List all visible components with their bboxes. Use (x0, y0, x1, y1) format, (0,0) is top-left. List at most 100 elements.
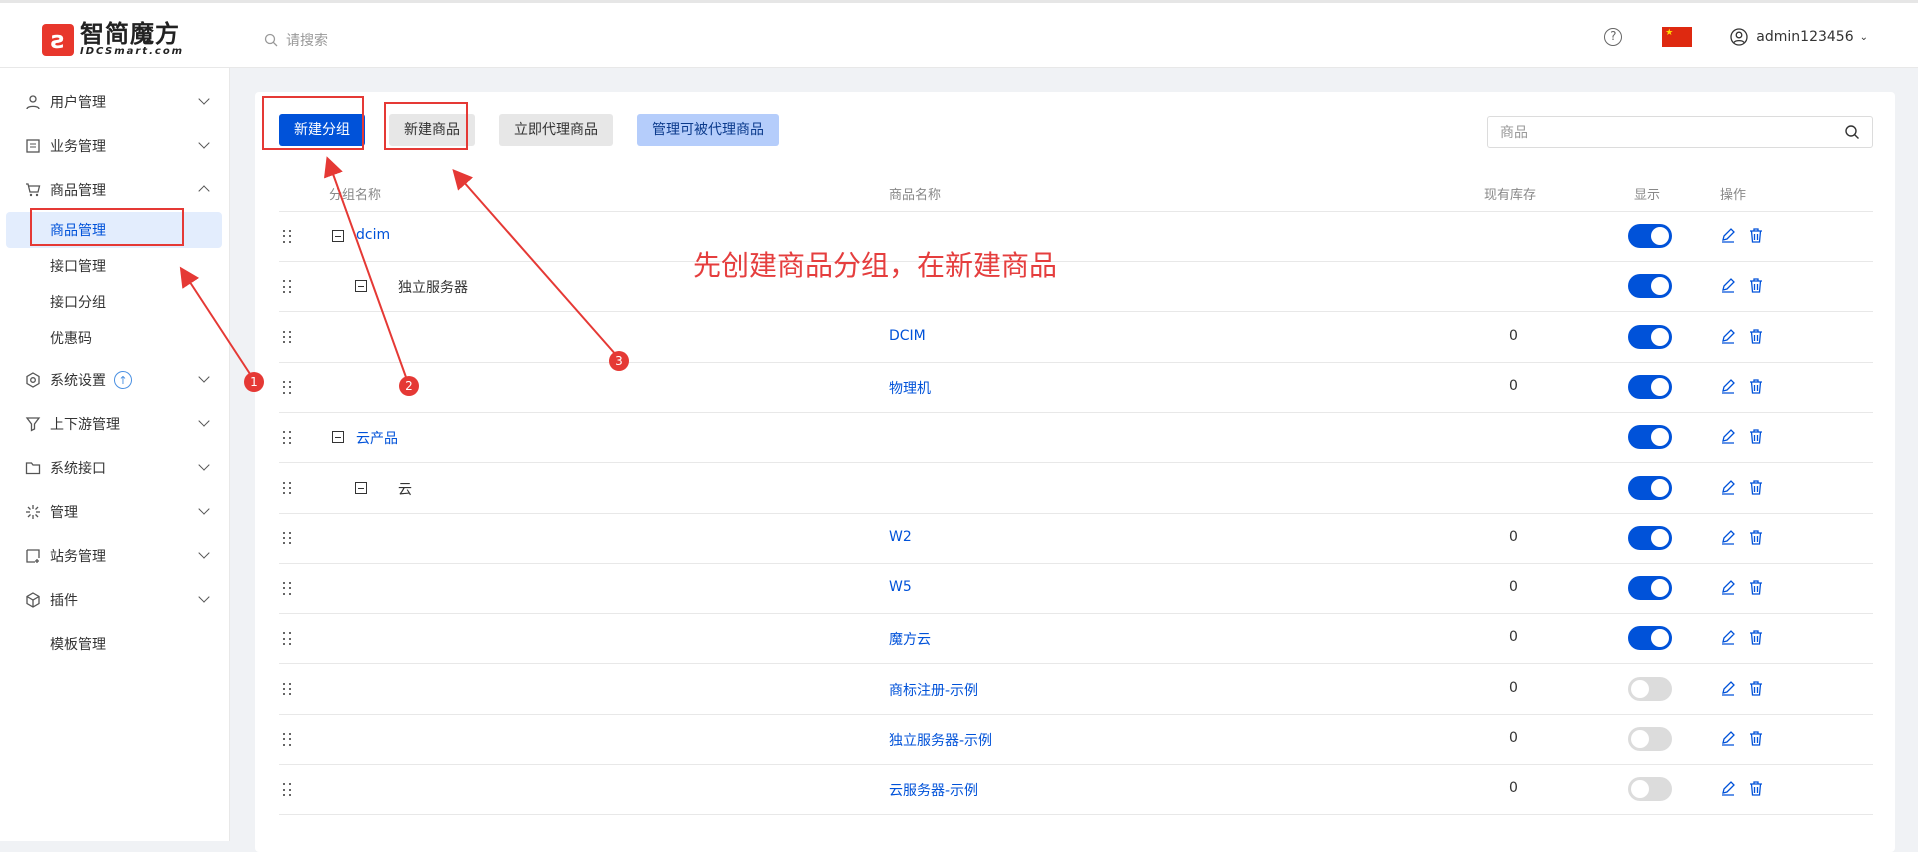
product-name-link[interactable]: DCIM (889, 328, 926, 344)
display-toggle[interactable] (1628, 525, 1672, 550)
edit-icon[interactable] (1720, 227, 1736, 247)
sidebar-item-business[interactable]: 业务管理 (0, 126, 230, 166)
table-row[interactable]: 云 (279, 464, 1873, 514)
edit-icon[interactable] (1720, 529, 1736, 549)
table-row[interactable]: W5 0 (279, 564, 1873, 615)
sidebar-item-upstream[interactable]: 上下游管理 (0, 404, 230, 444)
display-toggle[interactable] (1628, 676, 1672, 701)
collapse-icon[interactable] (355, 280, 367, 293)
display-toggle[interactable] (1628, 274, 1672, 299)
logo[interactable]: ƨ 智简魔方 IDCSmart.com (42, 22, 184, 57)
sidebar-item-system-settings[interactable]: 系统设置 ↑ (0, 360, 230, 400)
collapse-icon[interactable] (332, 230, 344, 242)
sidebar-item-management[interactable]: 管理 (0, 492, 230, 532)
delete-icon[interactable] (1748, 277, 1764, 297)
delete-icon[interactable] (1748, 378, 1764, 398)
delete-icon[interactable] (1748, 227, 1764, 247)
product-search-input[interactable]: 商品 (1487, 116, 1873, 148)
delete-icon[interactable] (1748, 328, 1764, 348)
drag-handle-icon[interactable] (283, 481, 293, 496)
help-icon[interactable]: ? (1604, 28, 1623, 46)
drag-handle-icon[interactable] (283, 632, 293, 646)
display-toggle[interactable] (1628, 576, 1672, 601)
edit-icon[interactable] (1720, 428, 1736, 448)
sidebar-item-products[interactable]: 商品管理 (0, 170, 230, 210)
drag-handle-icon[interactable] (283, 783, 293, 797)
delete-icon[interactable] (1748, 680, 1764, 700)
table-row[interactable]: 物理机 0 (279, 363, 1873, 413)
product-name-link[interactable]: 云服务器-示例 (889, 780, 978, 800)
delete-icon[interactable] (1748, 629, 1764, 649)
table-row[interactable]: 云产品 (279, 413, 1873, 464)
display-toggle[interactable] (1628, 727, 1672, 751)
drag-handle-icon[interactable] (283, 531, 293, 546)
collapse-icon[interactable] (332, 431, 344, 444)
language-flag-icon[interactable]: ★ (1662, 27, 1693, 47)
sidebar-item-users[interactable]: 用户管理 (0, 82, 230, 122)
table-row[interactable]: 独立服务器 (279, 262, 1873, 313)
display-toggle[interactable] (1628, 224, 1672, 248)
edit-icon[interactable] (1720, 479, 1736, 499)
table-row[interactable]: W2 0 (279, 514, 1873, 564)
delete-icon[interactable] (1748, 428, 1764, 448)
proxy-product-button[interactable]: 立即代理商品 (499, 114, 613, 146)
sidebar-item-templates[interactable]: 模板管理 (0, 624, 230, 664)
manage-proxy-button[interactable]: 管理可被代理商品 (637, 114, 779, 146)
delete-icon[interactable] (1748, 529, 1764, 549)
user-menu[interactable]: admin123456 ⌄ (1730, 28, 1868, 46)
drag-handle-icon[interactable] (283, 230, 293, 244)
table-row[interactable]: 云服务器-示例 0 (279, 765, 1873, 816)
product-name-link[interactable]: W5 (889, 579, 912, 595)
row-actions (1720, 579, 1776, 599)
drag-handle-icon[interactable] (283, 280, 293, 294)
delete-icon[interactable] (1748, 579, 1764, 599)
sidebar-item-system-interface[interactable]: 系统接口 (0, 448, 230, 488)
drag-handle-icon[interactable] (283, 380, 293, 395)
table-row[interactable]: 独立服务器-示例 0 (279, 715, 1873, 765)
edit-icon[interactable] (1720, 328, 1736, 348)
edit-icon[interactable] (1720, 579, 1736, 599)
display-toggle[interactable] (1628, 425, 1672, 450)
table-row[interactable]: 魔方云 0 (279, 614, 1873, 665)
product-name-link[interactable]: 物理机 (889, 378, 931, 398)
sidebar-item-station[interactable]: 站务管理 (0, 536, 230, 576)
sidebar-subitem-coupon[interactable]: 优惠码 (6, 320, 222, 356)
delete-icon[interactable] (1748, 730, 1764, 750)
product-name-link[interactable]: 商标注册-示例 (889, 680, 978, 700)
stock-value: 0 (1509, 629, 1518, 646)
group-name: 独立服务器 (398, 280, 468, 297)
drag-handle-icon[interactable] (283, 682, 293, 697)
table-row[interactable]: DCIM 0 (279, 313, 1873, 363)
search-icon[interactable] (1844, 124, 1860, 140)
delete-icon[interactable] (1748, 780, 1764, 800)
global-search-input[interactable]: 请搜索 (264, 30, 328, 50)
display-toggle[interactable] (1628, 475, 1672, 500)
drag-handle-icon[interactable] (283, 733, 293, 747)
product-name-link[interactable]: W2 (889, 529, 912, 545)
sidebar-subitem-interface-management[interactable]: 接口管理 (6, 248, 222, 284)
upgrade-badge-icon[interactable]: ↑ (114, 371, 132, 389)
table-row[interactable]: dcim (279, 212, 1873, 262)
drag-handle-icon[interactable] (283, 582, 293, 596)
product-name-link[interactable]: 独立服务器-示例 (889, 730, 992, 750)
sidebar-item-plugins[interactable]: 插件 (0, 580, 230, 620)
group-name[interactable]: dcim (356, 227, 390, 243)
edit-icon[interactable] (1720, 780, 1736, 800)
delete-icon[interactable] (1748, 479, 1764, 499)
product-name-link[interactable]: 魔方云 (889, 629, 931, 649)
group-name[interactable]: 云产品 (356, 428, 398, 448)
table-row[interactable]: 商标注册-示例 0 (279, 665, 1873, 715)
display-toggle[interactable] (1628, 374, 1672, 399)
drag-handle-icon[interactable] (283, 330, 293, 345)
edit-icon[interactable] (1720, 277, 1736, 297)
display-toggle[interactable] (1628, 626, 1672, 651)
edit-icon[interactable] (1720, 680, 1736, 700)
drag-handle-icon[interactable] (283, 431, 293, 445)
collapse-icon[interactable] (355, 481, 367, 494)
sidebar-subitem-interface-group[interactable]: 接口分组 (6, 284, 222, 320)
display-toggle[interactable] (1628, 777, 1672, 802)
display-toggle[interactable] (1628, 324, 1672, 349)
edit-icon[interactable] (1720, 730, 1736, 750)
edit-icon[interactable] (1720, 629, 1736, 649)
edit-icon[interactable] (1720, 378, 1736, 398)
